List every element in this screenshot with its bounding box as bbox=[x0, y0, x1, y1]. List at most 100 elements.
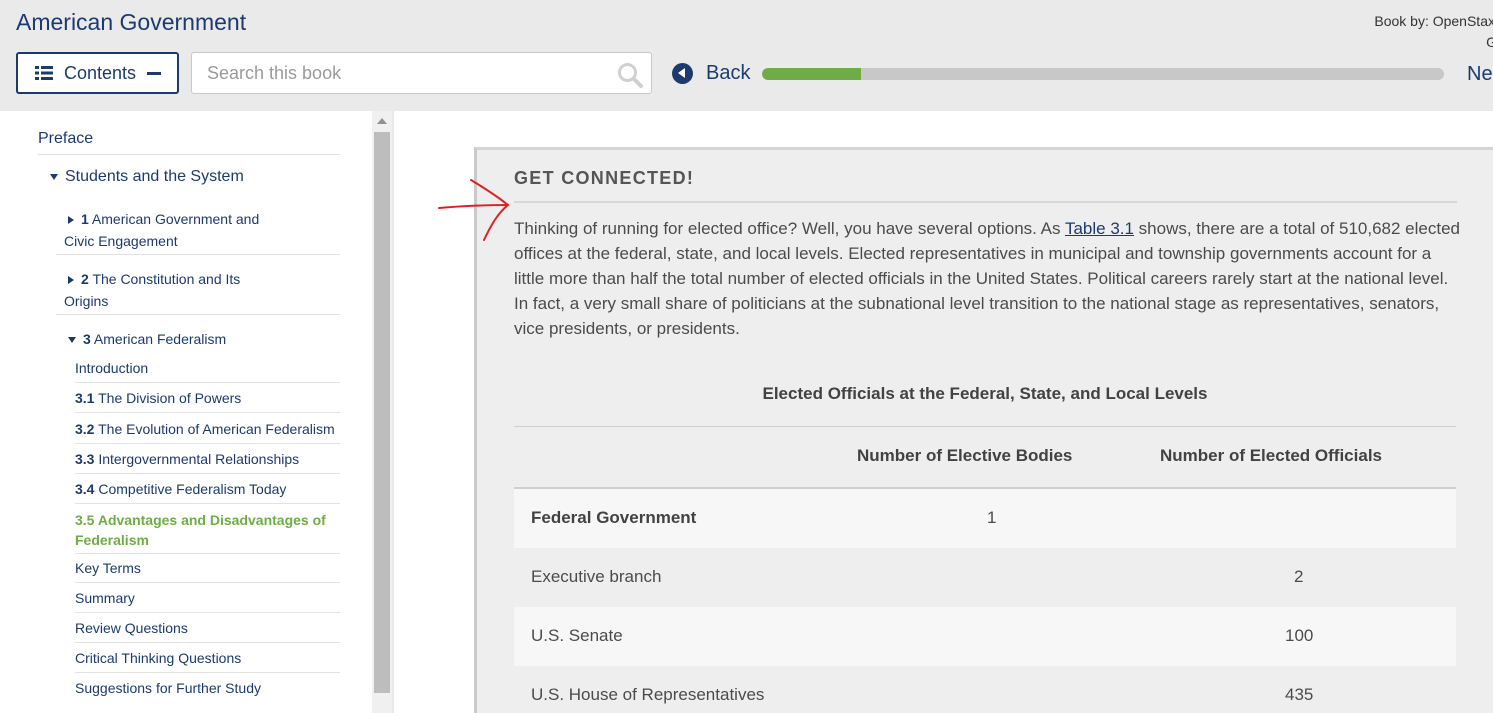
table-row: U.S. House of Representatives 435 bbox=[514, 666, 1456, 713]
row-label: Federal Government bbox=[531, 508, 697, 527]
toc-label: Critical Thinking Questions bbox=[75, 650, 242, 666]
toc-divider bbox=[75, 443, 340, 444]
feature-title-rule bbox=[514, 201, 1457, 203]
toc-label: Introduction bbox=[75, 360, 149, 376]
toc-chapter-1[interactable]: 1 American Government and bbox=[68, 208, 259, 230]
toc-section-key-terms[interactable]: Key Terms bbox=[75, 560, 141, 576]
contents-button[interactable]: Contents bbox=[16, 52, 179, 94]
elected-officials-value: 2 bbox=[1294, 567, 1304, 586]
toc-label: The Constitution and Its bbox=[92, 271, 241, 287]
collapsed-triangle-icon bbox=[68, 276, 74, 285]
elected-officials-value: 435 bbox=[1285, 685, 1314, 704]
sidebar-scrollbar[interactable] bbox=[372, 111, 392, 713]
toc-divider bbox=[75, 553, 340, 554]
toc-divider bbox=[75, 412, 340, 413]
table-top-rule bbox=[514, 426, 1456, 427]
toc-number: 3.4 bbox=[75, 481, 95, 497]
table-of-contents: Preface Students and the System 1 Americ… bbox=[0, 111, 372, 713]
search-box[interactable] bbox=[191, 52, 652, 94]
toc-label: Key Terms bbox=[75, 560, 141, 576]
back-label: Back bbox=[706, 62, 751, 84]
toc-divider bbox=[75, 612, 340, 613]
toc-section-review-questions[interactable]: Review Questions bbox=[75, 620, 188, 636]
toc-section-3-2[interactable]: 3.2 The Evolution of American Federalism bbox=[75, 421, 335, 437]
toc-label: Federalism bbox=[75, 532, 149, 548]
toc-label: Suggestions for Further Study bbox=[75, 680, 261, 696]
toc-section-introduction[interactable]: Introduction bbox=[75, 360, 148, 376]
toc-label: Competitive Federalism Today bbox=[98, 481, 287, 497]
book-author-line-2: G bbox=[1486, 34, 1493, 50]
red-annotation-arrow-icon bbox=[438, 179, 510, 241]
book-author-line: Book by: OpenStax bbox=[1374, 13, 1493, 29]
book-title[interactable]: American Government bbox=[16, 9, 246, 36]
next-button[interactable]: Ne bbox=[1467, 63, 1493, 86]
get-connected-feature-box: GET CONNECTED! Thinking of running for e… bbox=[474, 147, 1493, 713]
reading-progress-bar bbox=[762, 68, 1444, 80]
toc-number: 3.1 bbox=[75, 390, 95, 406]
column-header-elected-officials: Number of Elected Officials bbox=[1160, 446, 1382, 465]
column-header-elective-bodies: Number of Elective Bodies bbox=[857, 446, 1073, 465]
toc-label: Intergovernmental Relationships bbox=[98, 451, 300, 467]
toc-section-summary[interactable]: Summary bbox=[75, 590, 135, 606]
list-icon bbox=[35, 66, 53, 80]
collapsed-triangle-icon bbox=[68, 216, 74, 225]
scrollbar-thumb[interactable] bbox=[374, 132, 390, 693]
toc-number: 3.5 bbox=[75, 512, 95, 528]
header-bar: American Government Book by: OpenStax G … bbox=[0, 0, 1493, 111]
toc-divider bbox=[75, 382, 340, 383]
toc-divider bbox=[75, 582, 340, 583]
feature-paragraph: Thinking of running for elected office? … bbox=[514, 216, 1464, 341]
table-caption: Elected Officials at the Federal, State,… bbox=[762, 384, 1208, 403]
row-label: U.S. Senate bbox=[531, 626, 623, 645]
toc-label: American Federalism bbox=[93, 331, 227, 347]
toc-section-3-1[interactable]: 3.1 The Division of Powers bbox=[75, 390, 241, 406]
toc-number: 3 bbox=[83, 331, 91, 347]
page-content: GET CONNECTED! Thinking of running for e… bbox=[394, 111, 1493, 713]
toc-divider bbox=[75, 672, 340, 673]
back-button[interactable]: Back bbox=[672, 62, 750, 85]
elective-bodies-value: 1 bbox=[987, 508, 997, 527]
table-row: Executive branch 2 bbox=[514, 548, 1456, 607]
toc-section-3-5-active[interactable]: 3.5 Advantages and Disadvantages of bbox=[75, 510, 326, 530]
toc-number: 3.3 bbox=[75, 451, 95, 467]
feature-title: GET CONNECTED! bbox=[514, 168, 695, 188]
reading-progress-fill bbox=[762, 68, 861, 80]
toc-chapter-1-line2[interactable]: Civic Engagement bbox=[64, 230, 178, 252]
toc-label: American Government and bbox=[91, 211, 260, 227]
back-arrow-icon bbox=[672, 63, 693, 84]
search-icon[interactable] bbox=[617, 62, 643, 88]
expand-triangle-icon bbox=[50, 173, 58, 180]
toc-unit-students-and-the-system[interactable]: Students and the System bbox=[50, 168, 244, 186]
toc-chapter-2[interactable]: 2 The Constitution and Its bbox=[68, 268, 240, 290]
toc-item-preface[interactable]: Preface bbox=[38, 130, 93, 148]
table-3-1-link[interactable]: Table 3.1 bbox=[1065, 219, 1134, 238]
collapse-icon bbox=[147, 72, 161, 75]
toc-label: Preface bbox=[38, 130, 94, 147]
elected-officials-value: 100 bbox=[1285, 626, 1314, 645]
toc-label: Summary bbox=[75, 590, 135, 606]
table-row: U.S. Senate 100 bbox=[514, 607, 1456, 666]
toc-number: 3.2 bbox=[75, 421, 95, 437]
toc-divider bbox=[75, 503, 340, 504]
toc-number: 2 bbox=[81, 271, 89, 287]
toc-section-3-5-line2[interactable]: Federalism bbox=[75, 530, 149, 550]
search-input[interactable] bbox=[192, 53, 592, 93]
toc-section-critical-thinking[interactable]: Critical Thinking Questions bbox=[75, 650, 241, 666]
toc-chapter-2-line2[interactable]: Origins bbox=[64, 290, 108, 312]
scroll-up-arrow-icon[interactable] bbox=[377, 118, 387, 124]
toc-section-3-4[interactable]: 3.4 Competitive Federalism Today bbox=[75, 481, 286, 497]
table-row: Federal Government 1 bbox=[514, 489, 1456, 548]
toc-label: Review Questions bbox=[75, 620, 188, 636]
toc-label: Civic Engagement bbox=[64, 233, 178, 249]
row-label: U.S. House of Representatives bbox=[531, 685, 765, 704]
toc-chapter-3[interactable]: 3 American Federalism bbox=[68, 328, 226, 350]
toc-divider bbox=[75, 642, 340, 643]
paragraph-text: Thinking of running for elected office? … bbox=[514, 219, 1065, 238]
toc-section-3-3[interactable]: 3.3 Intergovernmental Relationships bbox=[75, 451, 299, 467]
toc-label: The Division of Powers bbox=[98, 390, 242, 406]
toc-section-further-study[interactable]: Suggestions for Further Study bbox=[75, 680, 261, 696]
toc-label: The Evolution of American Federalism bbox=[98, 421, 335, 437]
expand-triangle-icon bbox=[68, 337, 76, 344]
toc-label: Origins bbox=[64, 293, 109, 309]
toc-divider bbox=[56, 314, 340, 315]
